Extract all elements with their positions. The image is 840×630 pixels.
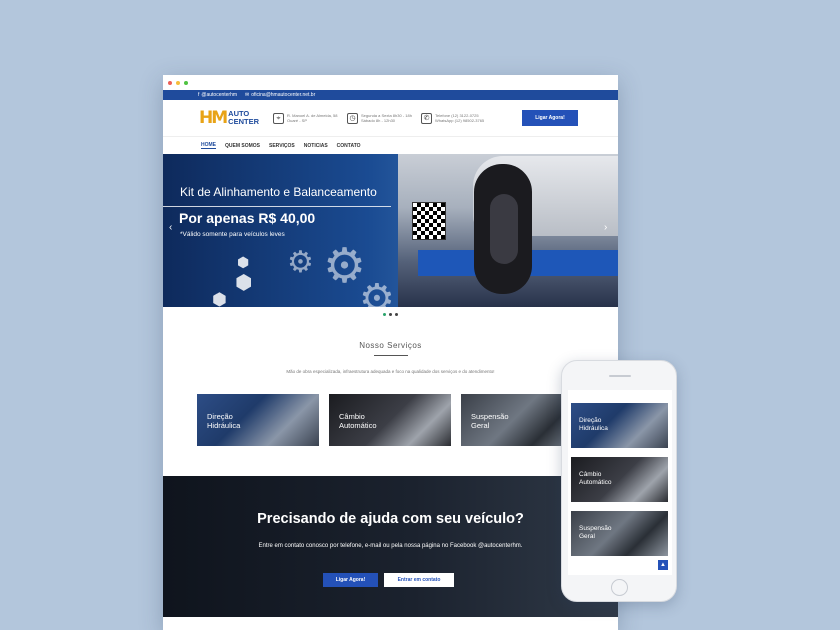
phone-mockup: Direção Hidráulica Câmbio Automático Suspe…	[561, 360, 677, 602]
service-card-label: Suspensão Geral	[471, 412, 509, 430]
contact-topbar: f @autocenterhm ✉ oficina@hmautocenter.net…	[163, 90, 618, 100]
hero-car-image	[398, 154, 618, 307]
nav-home[interactable]: HOME	[201, 142, 216, 149]
cta-call-button[interactable]: Ligar Agora!	[323, 573, 378, 587]
nav-services[interactable]: SERVIÇOS	[269, 143, 295, 149]
browser-titlebar	[163, 75, 618, 90]
main-nav: HOME QUEM SOMOS SERVIÇOS NOTICIAS CONTAT…	[163, 136, 618, 154]
phone-icon: ✆	[421, 112, 432, 124]
email-address: oficina@hmautocenter.net.br	[251, 92, 316, 98]
hero-note: *Válido somente para veículos leves	[180, 231, 285, 238]
services-title: Nosso Serviços	[359, 341, 422, 350]
phone-home-button	[611, 579, 628, 596]
phone-service-card-steering[interactable]: Direção Hidráulica	[571, 403, 668, 448]
hexagon-icon: ⬢	[235, 272, 253, 294]
nav-about[interactable]: QUEM SOMOS	[225, 143, 260, 149]
minimize-dot[interactable]	[176, 80, 180, 85]
prev-slide-icon[interactable]: ‹	[169, 222, 172, 233]
service-card-steering[interactable]: Direção Hidráulica	[197, 394, 319, 446]
phone-service-card-transmission[interactable]: Câmbio Automático	[571, 457, 668, 502]
next-slide-icon[interactable]: ›	[604, 222, 607, 233]
hero-divider	[163, 206, 391, 207]
call-now-button[interactable]: Ligar Agora!	[522, 110, 578, 126]
envelope-icon: ✉	[245, 92, 250, 98]
phone-card-label: Direção Hidráulica	[579, 417, 608, 432]
address-info: ⌖ R. Manoel A. de Almeida, 58 Ouaré - SP	[273, 112, 345, 124]
slider-dot[interactable]	[383, 312, 386, 316]
logo[interactable]: HM AUTO CENTER	[199, 107, 271, 128]
hero-slider: Kit de Alinhamento e Balanceamento Por a…	[163, 154, 618, 307]
hero-title: Kit de Alinhamento e Balanceamento	[180, 185, 377, 199]
slider-dots	[163, 307, 618, 321]
contact-cta-section: Precisando de ajuda com seu veículo? Ent…	[163, 476, 618, 617]
alignment-target	[412, 202, 446, 240]
map-pin-icon: ⌖	[273, 112, 284, 124]
services-divider	[373, 355, 408, 356]
phone-info: ✆ Telefone (12) 3122-0725 WhatsApp (12) …	[421, 112, 493, 124]
gear-icon: ⚙	[359, 277, 395, 307]
phone-service-card-suspension[interactable]: Suspensão Geral	[571, 511, 668, 556]
phone-screen: Direção Hidráulica Câmbio Automático Suspe…	[568, 390, 672, 575]
nav-news[interactable]: NOTICIAS	[304, 143, 328, 149]
logo-text: AUTO CENTER	[228, 110, 259, 126]
cta-contact-button[interactable]: Entrar em contato	[384, 573, 454, 587]
logo-line2: CENTER	[228, 117, 259, 126]
facebook-link[interactable]: f @autocenterhm	[198, 92, 237, 98]
address-text: R. Manoel A. de Almeida, 58 Ouaré - SP	[287, 113, 338, 123]
hours-info: ◷ Segunda a Sexta 8h30 - 18h Sábado 8h -…	[347, 112, 419, 124]
phone-card-label: Suspensão Geral	[579, 525, 612, 540]
phone-card-label: Câmbio Automático	[579, 471, 612, 486]
site-header: HM AUTO CENTER ⌖ R. Manoel A. de Almeida…	[163, 100, 618, 136]
phone-speaker	[609, 375, 631, 377]
facebook-icon: f	[198, 92, 200, 98]
close-dot[interactable]	[168, 80, 172, 85]
service-card-label: Câmbio Automático	[339, 412, 377, 430]
services-cards: Direção Hidráulica Câmbio Automático Suspe…	[163, 394, 618, 446]
back-to-top-icon[interactable]: ▲	[658, 560, 668, 570]
slider-dot[interactable]	[395, 312, 398, 316]
hexagon-icon: ⬢	[212, 290, 227, 307]
clock-icon: ◷	[347, 112, 358, 124]
email-link[interactable]: ✉ oficina@hmautocenter.net.br	[245, 92, 315, 98]
maximize-dot[interactable]	[184, 80, 188, 85]
gear-icon: ⚙	[287, 246, 314, 279]
phone-text: Telefone (12) 3122-0725 WhatsApp (12) 98…	[435, 113, 485, 123]
service-card-label: Direção Hidráulica	[207, 412, 241, 430]
desktop-mockup: f @autocenterhm ✉ oficina@hmautocenter.net…	[163, 75, 618, 630]
services-subtitle: Mão de obra especializada, infraestrutur…	[286, 369, 495, 374]
cta-text: Entre em contato conosco por telefone, e…	[258, 543, 523, 549]
cta-heading: Precisando de ajuda com seu veículo?	[257, 511, 524, 527]
logo-mark: HM	[199, 107, 228, 128]
hexagon-icon: ⬢	[237, 254, 250, 270]
facebook-handle: @autocenterhm	[201, 92, 238, 98]
hours-text: Segunda a Sexta 8h30 - 18h Sábado 8h - 1…	[361, 113, 412, 123]
service-card-transmission[interactable]: Câmbio Automático	[329, 394, 451, 446]
slider-dot[interactable]	[389, 312, 392, 316]
tire-rim	[490, 194, 518, 264]
hero-price: Por apenas R$ 40,00	[179, 210, 316, 226]
nav-contact[interactable]: CONTATO	[337, 143, 361, 149]
